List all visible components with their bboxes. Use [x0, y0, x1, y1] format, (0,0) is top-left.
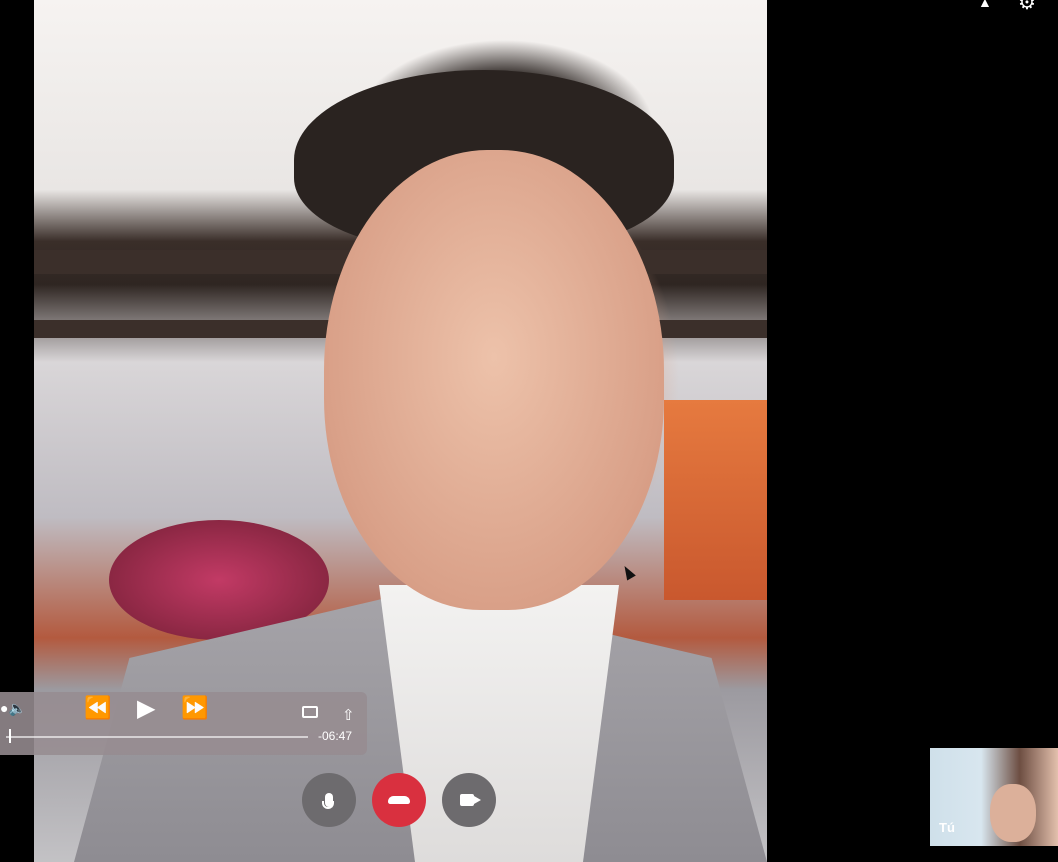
self-face	[990, 784, 1036, 842]
gear-icon[interactable]: ⚙	[1018, 0, 1036, 15]
time-remaining: -06:47	[318, 729, 353, 743]
self-label: Tú	[939, 820, 955, 835]
fast-forward-icon[interactable]: ⏩	[181, 695, 208, 721]
microphone-icon	[322, 793, 334, 809]
end-call-button[interactable]	[372, 773, 426, 827]
share-icon[interactable]: ⇧	[342, 706, 355, 724]
airplay-icon[interactable]	[302, 706, 318, 718]
person-icon[interactable]: ▲	[978, 0, 992, 10]
rewind-icon[interactable]: ⏪	[84, 695, 111, 721]
self-view-thumbnail[interactable]: Tú	[930, 748, 1058, 846]
hang-up-icon	[388, 796, 410, 804]
mouse-cursor-icon	[620, 563, 636, 581]
scrubber-track[interactable]	[6, 736, 308, 738]
video-camera-icon	[459, 794, 481, 806]
background-sign	[664, 400, 767, 600]
scrubber-thumb[interactable]	[9, 729, 11, 743]
mute-button[interactable]	[302, 773, 356, 827]
volume-icon[interactable]: ●🔈	[0, 700, 26, 717]
play-icon[interactable]: ▶	[137, 694, 155, 723]
remote-participant-face	[324, 150, 664, 610]
media-controls: ●🔈 ⏪ ▶ ⏩ ⇧ -06:47	[0, 692, 367, 755]
camera-button[interactable]	[442, 773, 496, 827]
